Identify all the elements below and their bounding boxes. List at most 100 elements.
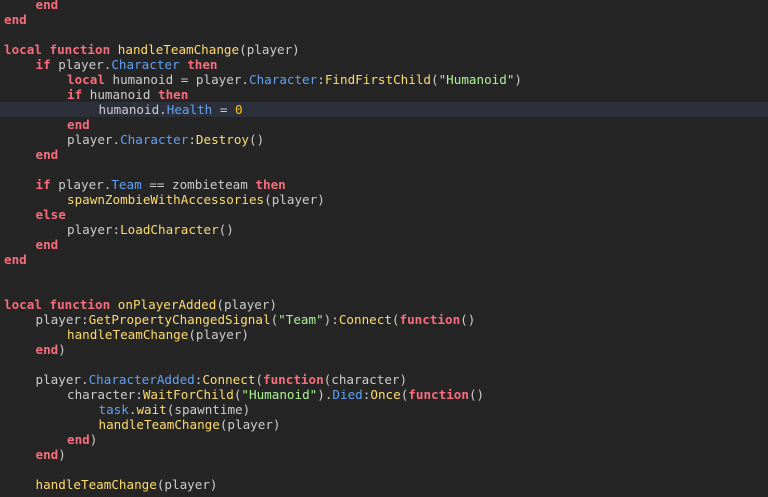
code-line[interactable]: player:GetPropertyChangedSignal ("Team"):… — [0, 312, 768, 327]
code-token: Team — [111, 177, 142, 192]
code-line[interactable] — [0, 27, 768, 42]
code-line[interactable]: player.CharacterAdded:Connect(function(c… — [0, 372, 768, 387]
code-line[interactable]: if player.Character then — [0, 57, 768, 72]
code-token: player: — [67, 222, 121, 237]
code-token: handleTeamChange — [67, 327, 189, 342]
code-token: "Team" — [278, 312, 324, 327]
code-token: ). — [317, 387, 333, 402]
code-line[interactable]: local humanoid = player.Character:FindFi… — [0, 72, 768, 87]
code-token: player. — [35, 372, 89, 387]
code-token: Once — [370, 387, 401, 402]
code-token: humanoid — [82, 87, 158, 102]
code-token: player. — [50, 57, 112, 72]
code-token: else — [35, 207, 66, 222]
code-token: (player) — [156, 477, 218, 492]
code-text: local humanoid = player.Character:FindFi… — [67, 72, 522, 87]
code-token: humanoid. — [98, 102, 167, 117]
code-line[interactable]: task.wait(spawntime) — [0, 402, 768, 417]
code-token: () — [218, 222, 234, 237]
code-line[interactable]: end) — [0, 447, 768, 462]
code-line[interactable]: handleTeamChange(player) — [0, 417, 768, 432]
code-token: end — [67, 432, 90, 447]
code-token: Health — [166, 102, 213, 117]
code-token: Died — [332, 387, 363, 402]
code-token: () — [249, 132, 265, 147]
code-line[interactable]: humanoid.Health = 0 — [0, 102, 768, 117]
code-line[interactable]: end) — [0, 432, 768, 447]
code-text: end) — [36, 342, 66, 357]
code-token: == zombieteam — [141, 177, 256, 192]
code-line[interactable]: spawnZombieWithAccessories(player) — [0, 192, 768, 207]
code-token: player. — [67, 132, 121, 147]
code-line[interactable]: local function onPlayerAdded(player) — [0, 297, 768, 312]
code-token: 0 — [235, 102, 243, 117]
code-token: then — [187, 57, 218, 72]
code-text: player:LoadCharacter() — [67, 222, 234, 237]
code-token: onPlayerAdded — [117, 297, 217, 312]
code-line[interactable] — [0, 357, 768, 372]
code-editor[interactable]: end end local function handleTeamChange(pl… — [0, 0, 768, 497]
code-line[interactable]: local function handleTeamChange(player) — [0, 42, 768, 57]
code-token: character: — [67, 387, 143, 402]
code-token: ) — [89, 432, 98, 447]
code-line[interactable]: if player.Team == zombieteam then — [0, 177, 768, 192]
code-line[interactable]: player:LoadCharacter() — [0, 222, 768, 237]
code-line[interactable]: player.Character:Destroy() — [0, 132, 768, 147]
code-token: (player) — [239, 42, 300, 57]
code-text: end — [67, 117, 90, 132]
code-token: = — [212, 102, 235, 117]
code-token: wait — [136, 402, 167, 417]
code-line[interactable]: else — [0, 207, 768, 222]
code-token: handleTeamChange — [117, 42, 240, 57]
code-token: (player) — [219, 417, 281, 432]
code-token: (player) — [188, 327, 249, 342]
code-text: local function handleTeamChange(player) — [4, 42, 300, 57]
code-line[interactable]: end — [0, 252, 768, 267]
code-line[interactable]: end) — [0, 342, 768, 357]
code-text: humanoid.Health = 0 — [99, 102, 243, 117]
code-text: spawnZombieWithAccessories(player) — [67, 192, 325, 207]
code-text: end — [36, 237, 59, 252]
code-line[interactable]: if humanoid then — [0, 87, 768, 102]
code-line[interactable]: end — [0, 12, 768, 27]
code-token: task — [98, 402, 129, 417]
code-line[interactable]: handleTeamChange(player) — [0, 477, 768, 492]
code-token: ( — [430, 72, 439, 87]
code-token: ): — [323, 312, 339, 327]
code-token: handleTeamChange — [98, 417, 220, 432]
code-token: handleTeamChange — [35, 477, 157, 492]
code-token: Connect — [338, 312, 392, 327]
code-token: end — [35, 147, 59, 162]
code-text: handleTeamChange(player) — [99, 417, 281, 432]
code-token: ) — [514, 72, 522, 87]
code-token: end — [35, 447, 59, 462]
code-line[interactable] — [0, 267, 768, 282]
code-line[interactable] — [0, 462, 768, 477]
code-line[interactable] — [0, 282, 768, 297]
code-text: handleTeamChange(player) — [36, 477, 218, 492]
code-text: end) — [36, 447, 66, 462]
code-line[interactable]: end — [0, 147, 768, 162]
code-line[interactable]: end — [0, 237, 768, 252]
code-token: end — [35, 237, 59, 252]
code-line[interactable] — [0, 162, 768, 177]
code-token: humanoid = player. — [104, 72, 249, 87]
code-text: player.Character:Destroy() — [67, 132, 264, 147]
code-line[interactable]: end — [0, 117, 768, 132]
code-text: player.CharacterAdded:Connect(function(c… — [36, 372, 408, 387]
code-token: () — [468, 387, 485, 402]
code-token: function — [263, 372, 324, 387]
code-token: ) — [58, 342, 66, 357]
code-token: if — [67, 87, 83, 102]
code-token: end — [4, 252, 27, 267]
code-token: Connect — [202, 372, 256, 387]
code-token: "Humanoid" — [241, 387, 318, 402]
code-line[interactable]: character:WaitForChild("Humanoid").Died:… — [0, 387, 768, 402]
code-line[interactable]: handleTeamChange(player) — [0, 327, 768, 342]
code-line[interactable]: end — [0, 0, 768, 12]
code-token: (player) — [264, 192, 325, 207]
code-token: : — [188, 132, 196, 147]
